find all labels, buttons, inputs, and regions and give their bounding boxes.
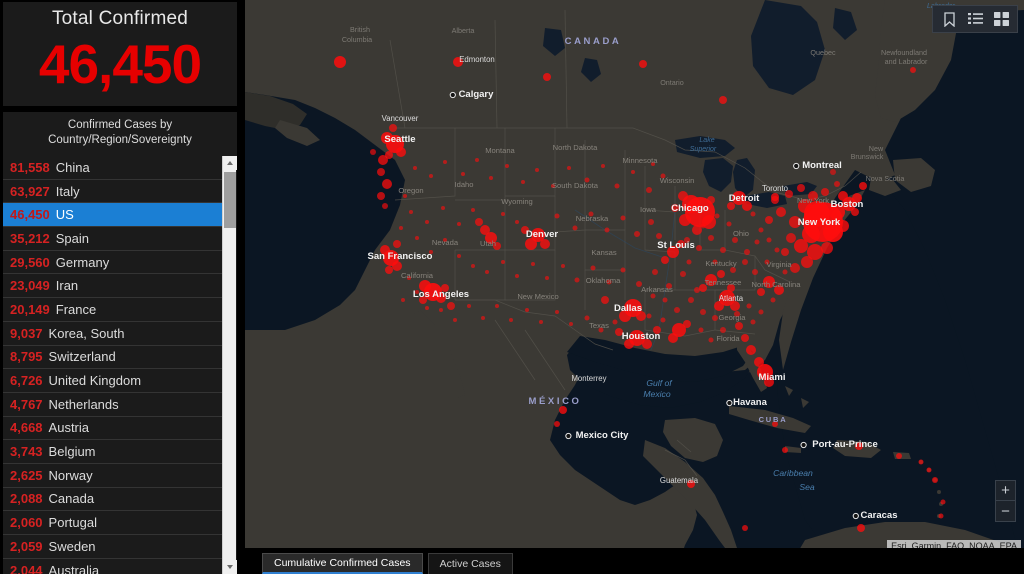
case-count: 3,743 — [10, 444, 43, 460]
case-count: 2,044 — [10, 562, 43, 574]
map-widget-bar — [932, 5, 1018, 33]
country-name: China — [55, 159, 90, 175]
list-item[interactable]: 8,795 Switzerland — [3, 345, 222, 370]
covid-dashboard: Total Confirmed 46,450 Confirmed Cases b… — [0, 0, 1024, 574]
city-marker-icon — [852, 512, 859, 520]
list-item[interactable]: 2,625 Norway — [3, 463, 222, 488]
case-count: 20,149 — [10, 301, 50, 317]
city-marker-icon — [449, 91, 456, 99]
legend-list-icon[interactable] — [963, 7, 987, 31]
basemap-gallery-icon[interactable] — [989, 7, 1013, 31]
case-count: 2,088 — [10, 491, 43, 507]
country-name: Italy — [55, 183, 80, 199]
list-item[interactable]: 4,668 Austria — [3, 416, 222, 441]
list-item[interactable]: 2,060 Portugal — [3, 511, 222, 535]
list-item[interactable]: 46,450 US — [3, 203, 222, 228]
country-name: Korea, South — [48, 325, 125, 341]
left-panel: Total Confirmed 46,450 Confirmed Cases b… — [0, 0, 240, 574]
map-layer-tabs: Cumulative Confirmed Cases Active Cases — [245, 548, 1024, 574]
map-canvas: CANADA MÉXICO CUBA British Columbia Alberta On… — [245, 0, 1024, 574]
case-count: 63,927 — [10, 183, 50, 199]
country-name: Canada — [48, 491, 95, 507]
case-count: 8,795 — [10, 349, 43, 365]
confirmed-cases-list-card: Confirmed Cases by Country/Region/Sovere… — [3, 112, 237, 574]
list-item[interactable]: 2,088 Canada — [3, 487, 222, 512]
case-count: 2,625 — [10, 467, 43, 483]
case-count: 2,059 — [10, 538, 43, 554]
case-count: 46,450 — [10, 207, 50, 223]
scrollbar-thumb[interactable] — [224, 172, 236, 228]
list-scrollbar[interactable] — [222, 156, 237, 574]
country-name: US — [55, 207, 74, 223]
country-name: Spain — [55, 230, 90, 246]
zoom-controls: + − — [995, 480, 1016, 522]
country-name: Switzerland — [48, 349, 116, 365]
country-name: Belgium — [48, 444, 96, 460]
country-name: United Kingdom — [48, 373, 142, 389]
country-name: Norway — [48, 467, 93, 483]
total-confirmed-title: Total Confirmed — [51, 8, 189, 29]
confirmed-cases-list-header: Confirmed Cases by Country/Region/Sovere… — [3, 112, 237, 155]
case-count: 4,668 — [10, 420, 43, 436]
zoom-out-button[interactable]: − — [996, 501, 1015, 521]
map-view[interactable]: CANADA MÉXICO CUBA British Columbia Alberta On… — [245, 0, 1024, 574]
list-item[interactable]: 2,044 Australia — [3, 558, 222, 574]
confirmed-cases-rows: 81,558 China 63,927 Italy 46,450 US 35,212 Spai… — [3, 156, 222, 574]
bookmark-icon[interactable] — [937, 7, 961, 31]
list-item[interactable]: 6,726 United Kingdom — [3, 369, 222, 393]
country-name: Netherlands — [48, 396, 119, 412]
city-marker-icon — [800, 441, 807, 449]
country-name: Portugal — [48, 515, 97, 531]
country-name: Austria — [48, 420, 90, 436]
list-item[interactable]: 63,927 Italy — [3, 179, 222, 204]
list-item[interactable]: 9,037 Korea, South — [3, 321, 222, 346]
case-count: 9,037 — [10, 325, 43, 341]
list-header-line1: Confirmed Cases by — [67, 119, 173, 131]
case-count: 4,767 — [10, 396, 43, 412]
country-name: Germany — [55, 254, 110, 270]
list-item[interactable]: 23,049 Iran — [3, 274, 222, 299]
city-marker-icon — [565, 432, 572, 440]
case-count: 2,060 — [10, 515, 43, 531]
list-item[interactable]: 4,767 Netherlands — [3, 392, 222, 417]
case-count: 81,558 — [10, 159, 50, 175]
tab-cumulative-confirmed-cases[interactable]: Cumulative Confirmed Cases — [262, 553, 423, 574]
city-marker-icon — [793, 162, 800, 170]
scroll-up-arrow-icon[interactable] — [223, 156, 237, 170]
case-count: 35,212 — [10, 230, 50, 246]
confirmed-cases-scroll-region[interactable]: 81,558 China 63,927 Italy 46,450 US 35,212 Spai… — [3, 156, 237, 574]
case-count: 29,560 — [10, 254, 50, 270]
list-header-line2: Country/Region/Sovereignty — [48, 134, 192, 146]
total-confirmed-value: 46,450 — [38, 33, 202, 95]
case-count: 6,726 — [10, 373, 43, 389]
tab-active-cases[interactable]: Active Cases — [427, 553, 513, 574]
list-item[interactable]: 3,743 Belgium — [3, 440, 222, 464]
city-marker-icon — [726, 399, 733, 407]
list-item[interactable]: 81,558 China — [3, 156, 222, 180]
case-count: 23,049 — [10, 278, 50, 294]
country-name: Iran — [55, 278, 79, 294]
scroll-down-arrow-icon[interactable] — [223, 560, 237, 574]
country-name: France — [55, 301, 97, 317]
country-name: Australia — [48, 562, 100, 574]
list-item[interactable]: 35,212 Spain — [3, 227, 222, 251]
list-item[interactable]: 20,149 France — [3, 298, 222, 322]
country-name: Sweden — [48, 538, 96, 554]
zoom-in-button[interactable]: + — [996, 481, 1015, 501]
list-item[interactable]: 29,560 Germany — [3, 250, 222, 275]
total-confirmed-card: Total Confirmed 46,450 — [3, 2, 237, 106]
list-item[interactable]: 2,059 Sweden — [3, 535, 222, 559]
